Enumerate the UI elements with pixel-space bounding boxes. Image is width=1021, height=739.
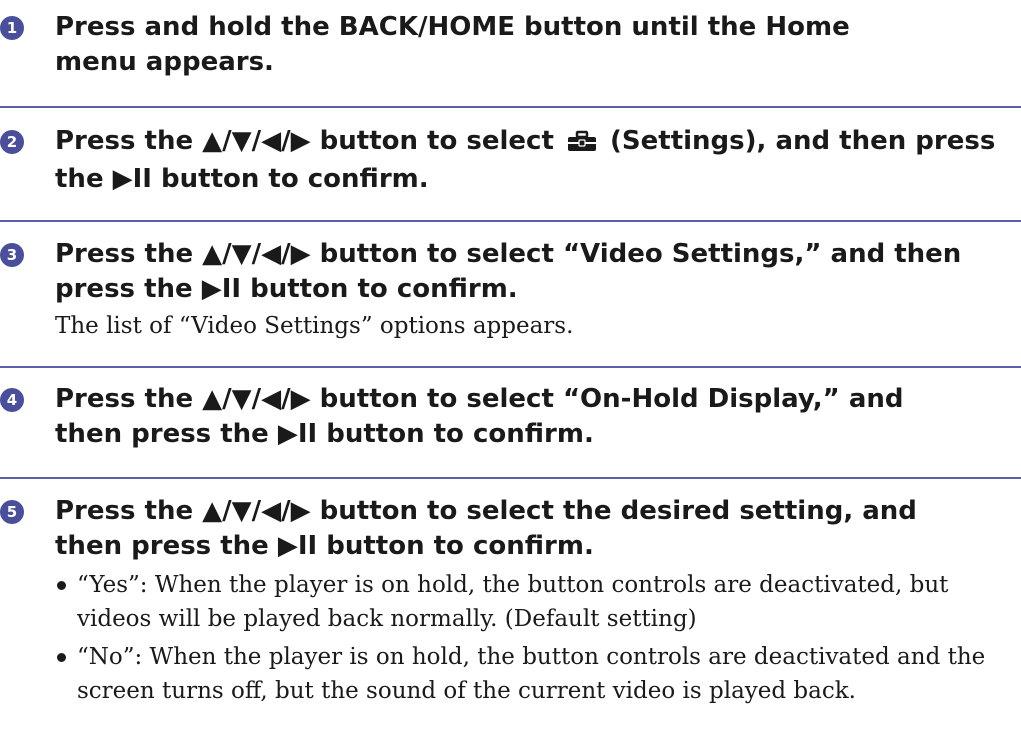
step-divider — [0, 477, 1021, 479]
step-number-4: 4 — [0, 388, 24, 412]
toolbox-icon — [567, 127, 597, 162]
bullet-dot-icon — [57, 581, 66, 590]
step-divider — [0, 220, 1021, 222]
step-divider — [0, 106, 1021, 108]
step-2: 2 Press the ▲/▼/◀/▶ button to select (Se… — [0, 124, 1021, 197]
step-3: 3 Press the ▲/▼/◀/▶ button to select “Vi… — [0, 237, 1021, 343]
step-number-2: 2 — [0, 130, 24, 154]
list-item: “Yes”: When the player is on hold, the b… — [55, 568, 1021, 636]
step-number-3: 3 — [0, 243, 24, 267]
step-2-title: Press the ▲/▼/◀/▶ button to select (Sett… — [55, 124, 1011, 197]
step-number-5: 5 — [0, 500, 24, 524]
step-3-description: The list of “Video Settings” options app… — [55, 313, 574, 339]
step-4-title: Press the ▲/▼/◀/▶ button to select “On-H… — [55, 384, 904, 449]
list-item: “No”: When the player is on hold, the bu… — [55, 640, 1021, 708]
step-number-1: 1 — [0, 16, 24, 40]
step-4: 4 Press the ▲/▼/◀/▶ button to select “On… — [0, 382, 1005, 452]
step-1: 1 Press and hold the BACK/HOME button un… — [0, 10, 1021, 80]
step-5-bullet-list: “Yes”: When the player is on hold, the b… — [55, 568, 1021, 708]
bullet-dot-icon — [57, 653, 66, 662]
step-5-title: Press the ▲/▼/◀/▶ button to select the d… — [55, 496, 917, 561]
bullet-text: “No”: When the player is on hold, the bu… — [77, 644, 986, 704]
step-2-title-part1: Press the ▲/▼/◀/▶ button to select — [55, 126, 554, 156]
step-1-title: Press and hold the BACK/HOME button unti… — [55, 12, 850, 77]
step-3-title: Press the ▲/▼/◀/▶ button to select “Vide… — [55, 239, 962, 304]
step-divider — [0, 366, 1021, 368]
step-5: 5 Press the ▲/▼/◀/▶ button to select the… — [0, 494, 1021, 708]
bullet-text: “Yes”: When the player is on hold, the b… — [77, 572, 949, 632]
